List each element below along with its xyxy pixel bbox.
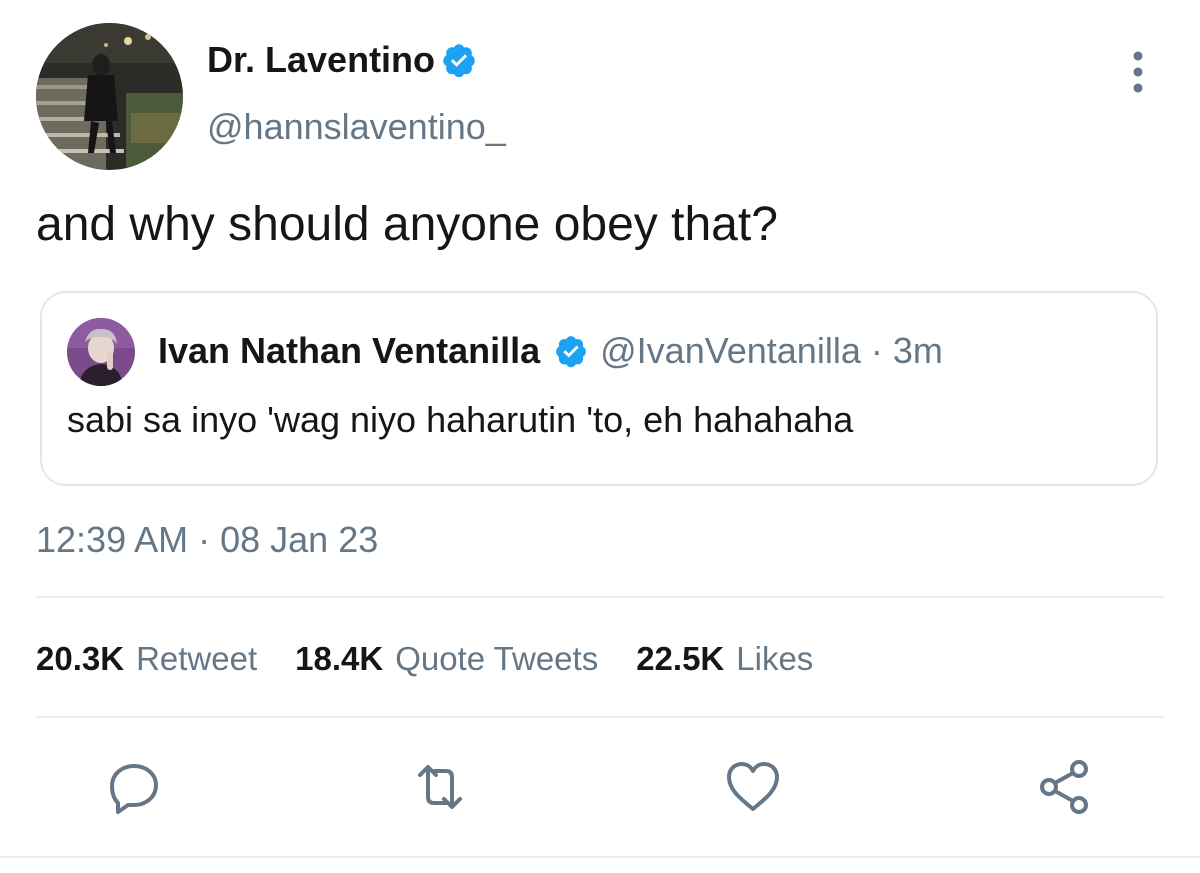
tweet-date: 08 Jan 23 xyxy=(220,519,379,560)
more-vertical-icon[interactable] xyxy=(1118,48,1158,96)
quoted-separator: · xyxy=(870,330,883,371)
quoted-author-avatar[interactable] xyxy=(67,318,135,386)
tweet-text: and why should anyone obey that? xyxy=(36,198,778,251)
quote-tweets-label: Quote Tweets xyxy=(395,640,599,677)
tweet-detail: Dr. Laventino @hannslaventino_ and why s… xyxy=(0,0,1200,873)
author-display-name[interactable]: Dr. Laventino xyxy=(207,38,477,82)
quoted-author-name[interactable]: Ivan Nathan Ventanilla xyxy=(158,329,540,373)
share-icon[interactable] xyxy=(1035,757,1095,817)
quoted-author-handle[interactable]: @IvanVentanilla xyxy=(600,329,861,373)
likes-stat[interactable]: 22.5K Likes xyxy=(636,638,813,680)
tweet-time: 12:39 AM xyxy=(36,519,189,560)
heart-icon[interactable] xyxy=(723,757,783,817)
quoted-tweet-text: sabi sa inyo 'wag niyo haharutin 'to, eh… xyxy=(67,399,854,440)
quoted-tweet-card[interactable]: Ivan Nathan Ventanilla @IvanVentanilla ·… xyxy=(40,291,1158,486)
timestamp-separator: · xyxy=(198,519,211,560)
retweets-stat[interactable]: 20.3K Retweet xyxy=(36,638,257,680)
quoted-tweet-header: Ivan Nathan Ventanilla @IvanVentanilla ·… xyxy=(158,329,943,373)
author-name-text[interactable]: Dr. Laventino xyxy=(207,38,435,82)
quote-tweets-stat[interactable]: 18.4K Quote Tweets xyxy=(295,638,598,680)
retweets-count: 20.3K xyxy=(36,640,125,677)
reply-icon[interactable] xyxy=(104,757,164,817)
quoted-timestamp: 3m xyxy=(892,330,943,371)
tweet-timestamp[interactable]: 12:39 AM · 08 Jan 23 xyxy=(36,518,378,562)
author-handle[interactable]: @hannslaventino_ xyxy=(207,105,506,149)
retweet-icon[interactable] xyxy=(410,757,470,817)
engagement-stats: 20.3K Retweet 18.4K Quote Tweets 22.5K L… xyxy=(36,638,851,680)
divider xyxy=(36,716,1164,718)
author-avatar[interactable] xyxy=(36,23,183,170)
verified-badge-icon xyxy=(554,334,588,368)
divider xyxy=(0,856,1200,858)
likes-label: Likes xyxy=(736,640,814,677)
quote-tweets-count: 18.4K xyxy=(295,640,384,677)
verified-badge-icon xyxy=(441,42,477,78)
likes-count: 22.5K xyxy=(636,640,725,677)
retweets-label: Retweet xyxy=(136,640,258,677)
divider xyxy=(36,596,1164,598)
